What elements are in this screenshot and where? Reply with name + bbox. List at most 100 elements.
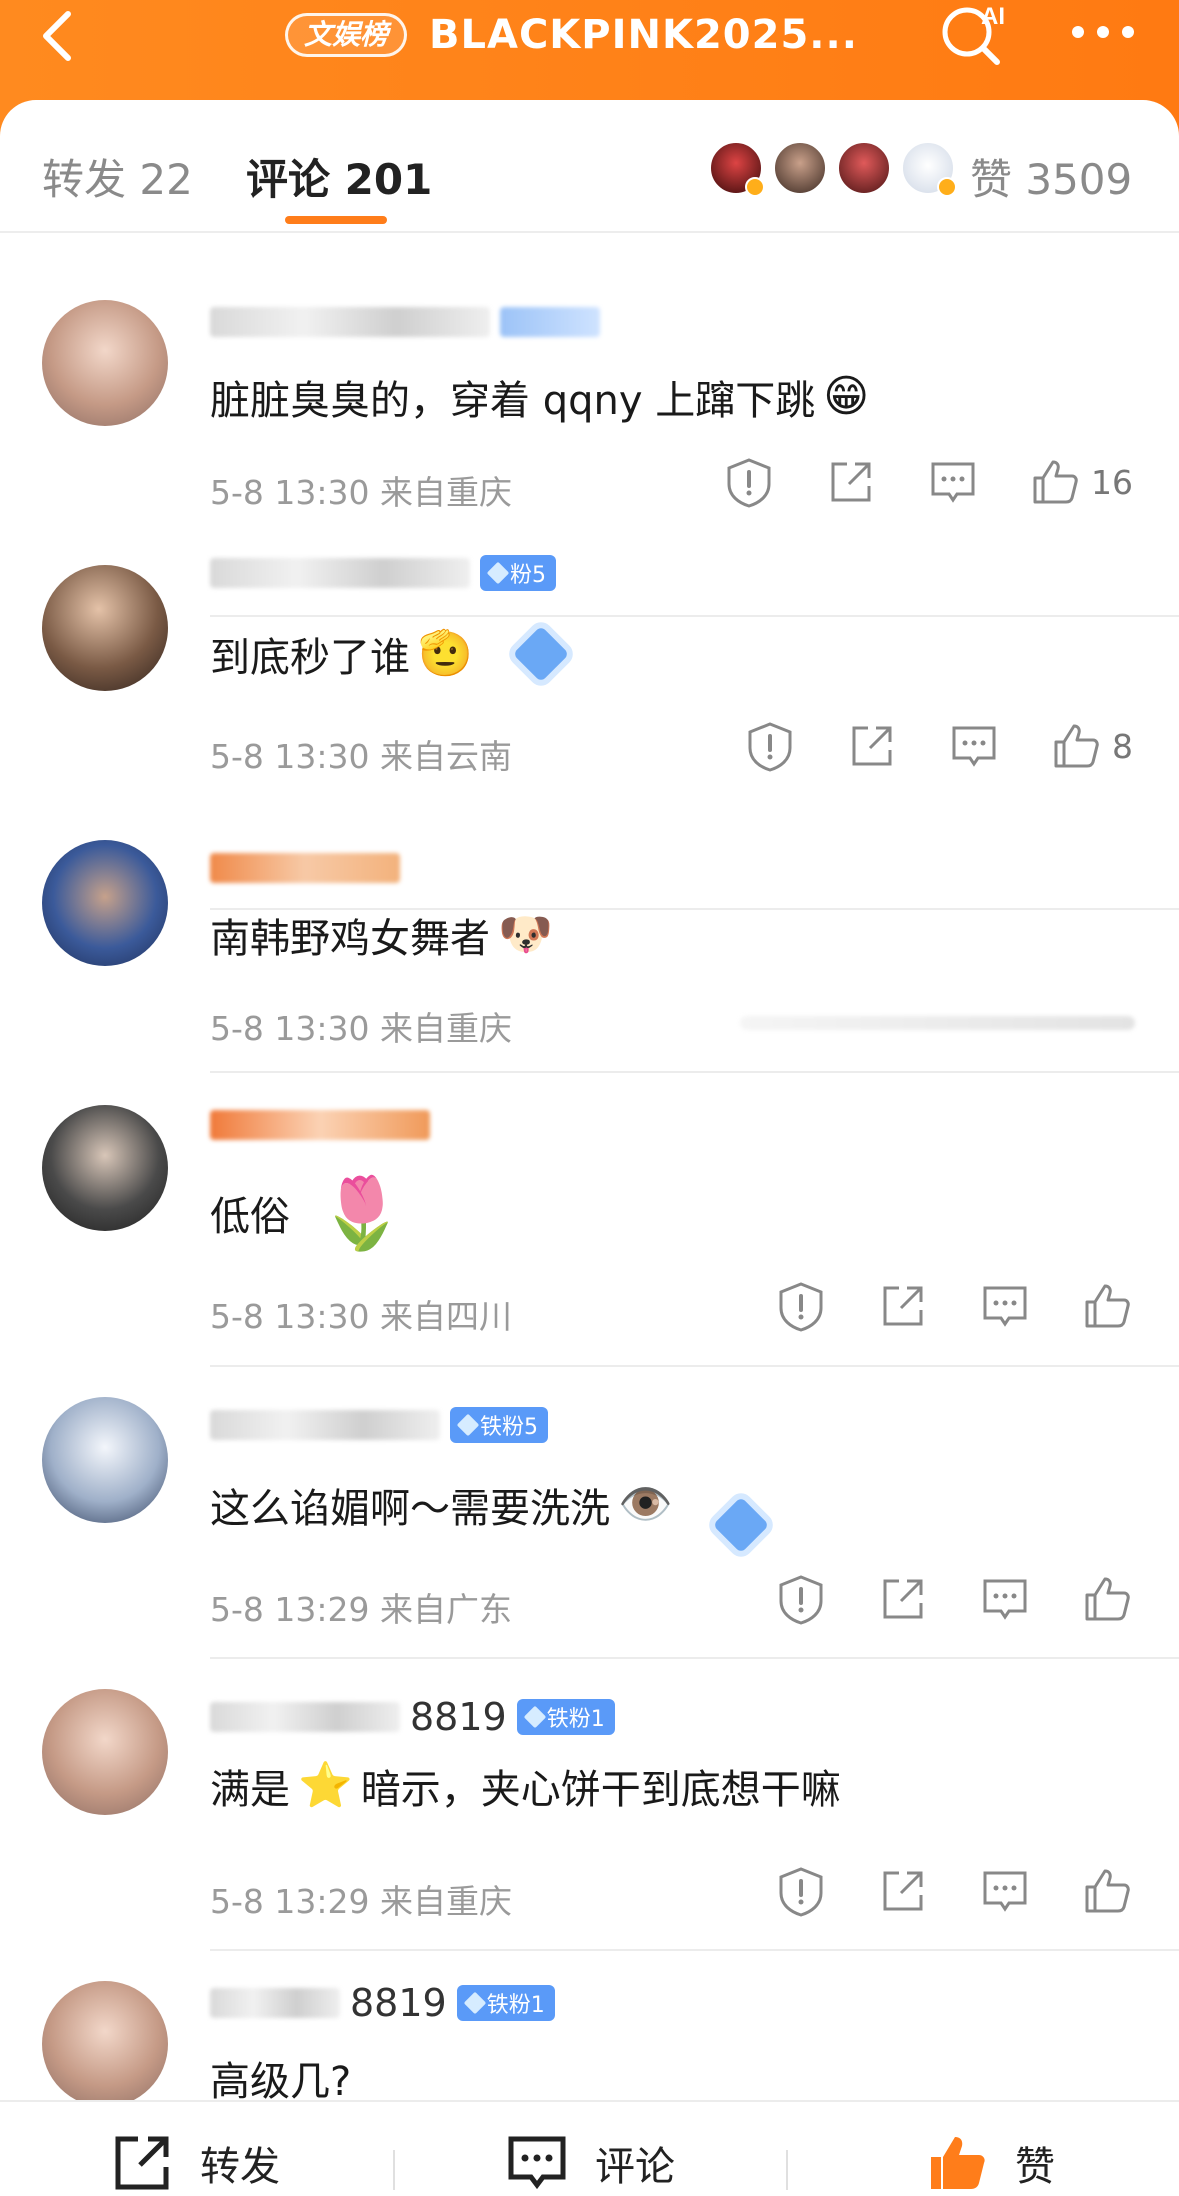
share-icon: [883, 1286, 923, 1326]
avatar[interactable]: [42, 1105, 168, 1231]
fan-badge-label: 铁粉5: [480, 1415, 538, 1440]
reply-button[interactable]: [979, 1865, 1031, 1917]
divider: [210, 1657, 1179, 1659]
divider: [210, 1949, 1179, 1951]
actions-redacted: [740, 1016, 1135, 1030]
reply-button[interactable]: [927, 456, 979, 508]
comment-text: 到底秒了谁 🫡: [210, 625, 570, 683]
share-button[interactable]: [846, 720, 898, 772]
content-panel: 转发 22 评论 201 赞 3509 脏脏臭臭的，穿着 qqny 上蹿下跳 😁…: [0, 100, 1179, 2196]
fan-badge-label: 铁粉1: [546, 1707, 605, 1732]
fan-badge-label: 粉5: [510, 563, 546, 588]
tab-forward[interactable]: 转发 22: [42, 146, 193, 207]
reply-button[interactable]: [979, 1573, 1031, 1625]
comment-time: 5-8 13:29: [210, 1590, 370, 1629]
avatar[interactable]: [42, 565, 168, 691]
reply-icon: [931, 462, 975, 503]
like-button[interactable]: 赞: [925, 2128, 1055, 2196]
username[interactable]: 8819 铁粉1: [210, 1695, 615, 1739]
thumbs-up-icon: [1085, 1869, 1130, 1913]
like-button[interactable]: [1029, 456, 1081, 508]
share-icon: [883, 1579, 923, 1619]
diamond-icon: [523, 1705, 547, 1729]
avatar[interactable]: [42, 1689, 168, 1815]
doge-emoji: 🐶: [498, 909, 553, 960]
tab-active-indicator: [285, 216, 387, 224]
comment-text: 脏脏臭臭的，穿着 qqny 上蹿下跳 😁: [210, 368, 869, 426]
report-button[interactable]: [723, 456, 775, 508]
avatar[interactable]: [42, 300, 168, 426]
tulip-emoji: 🌷: [318, 1172, 406, 1254]
avatar[interactable]: [42, 1981, 168, 2107]
username[interactable]: [210, 846, 400, 890]
comment-body: 南韩野鸡女舞者: [210, 916, 490, 962]
grin-emoji: 😁: [823, 371, 870, 422]
report-button[interactable]: [775, 1865, 827, 1917]
forward-button[interactable]: 转发: [110, 2128, 280, 2196]
comment-meta: 5-8 13:30 来自四川: [210, 1290, 512, 1338]
share-button[interactable]: [877, 1280, 929, 1332]
divider: [210, 1071, 1179, 1073]
ai-search-button[interactable]: AI: [935, 0, 1013, 70]
report-icon: [727, 458, 771, 508]
comment-meta: 5-8 13:29 来自重庆: [210, 1875, 512, 1923]
back-button[interactable]: [30, 6, 90, 66]
avatar: [708, 140, 765, 197]
username[interactable]: [210, 1103, 430, 1147]
fan-badge: 铁粉1: [516, 1699, 615, 1735]
report-button[interactable]: [775, 1280, 827, 1332]
comment-location: 来自四川: [380, 1297, 512, 1336]
comment-body: 到底秒了谁: [210, 635, 410, 681]
username-redacted: [210, 1702, 400, 1732]
avatar: [900, 140, 957, 197]
reply-button[interactable]: [948, 720, 1000, 772]
comment-body: 高级几?: [210, 2059, 352, 2105]
divider: [786, 2150, 788, 2190]
like-button[interactable]: [1081, 1573, 1133, 1625]
share-button[interactable]: [825, 456, 877, 508]
like-button[interactable]: [1081, 1280, 1133, 1332]
more-button[interactable]: [1068, 12, 1138, 52]
reply-button[interactable]: [979, 1280, 1031, 1332]
username[interactable]: 粉5: [210, 551, 556, 595]
report-button[interactable]: [775, 1573, 827, 1625]
liker-avatars[interactable]: [700, 140, 957, 197]
reply-icon: [952, 726, 996, 767]
topic-badge[interactable]: 文娱榜: [285, 13, 408, 57]
username[interactable]: 铁粉5: [210, 1403, 548, 1447]
comment-body: 脏脏臭臭的，穿着 qqny 上蹿下跳: [210, 378, 816, 424]
reply-icon: [508, 2136, 566, 2190]
comment-time: 5-8 13:30: [210, 737, 370, 776]
divider: [210, 615, 1179, 617]
comment-location: 来自广东: [380, 1590, 512, 1629]
verified-icon: [745, 177, 765, 197]
comment-button[interactable]: 评论: [505, 2128, 675, 2196]
diamond-icon: [486, 561, 510, 585]
comment-actions: 8: [694, 720, 1133, 772]
avatar[interactable]: [42, 840, 168, 966]
username-redacted: [210, 1988, 340, 2018]
like-button[interactable]: [1081, 1865, 1133, 1917]
username-redacted: [210, 558, 470, 588]
share-button[interactable]: [877, 1573, 929, 1625]
report-button[interactable]: [744, 720, 796, 772]
divider: [393, 2150, 395, 2190]
report-icon: [748, 722, 792, 772]
username[interactable]: 8819 铁粉1: [210, 1981, 555, 2025]
share-button[interactable]: [877, 1865, 929, 1917]
like-button[interactable]: [1050, 720, 1102, 772]
reply-icon: [983, 1579, 1027, 1620]
comment-location: 来自重庆: [380, 1882, 512, 1921]
comment-meta: 5-8 13:30 来自重庆: [210, 1002, 512, 1050]
username-redacted: [210, 853, 400, 883]
reply-icon: [983, 1871, 1027, 1912]
comment-text: 高级几?: [210, 2049, 351, 2107]
tab-comments[interactable]: 评论 201: [246, 146, 432, 207]
avatar[interactable]: [42, 1397, 168, 1523]
thumbs-up-icon: [1085, 1577, 1130, 1621]
comment-actions: [725, 1573, 1133, 1625]
username[interactable]: [210, 300, 600, 344]
tab-likes[interactable]: 赞 3509: [970, 146, 1132, 207]
more-icon: [1072, 26, 1134, 38]
username-redacted: [210, 1410, 440, 1440]
